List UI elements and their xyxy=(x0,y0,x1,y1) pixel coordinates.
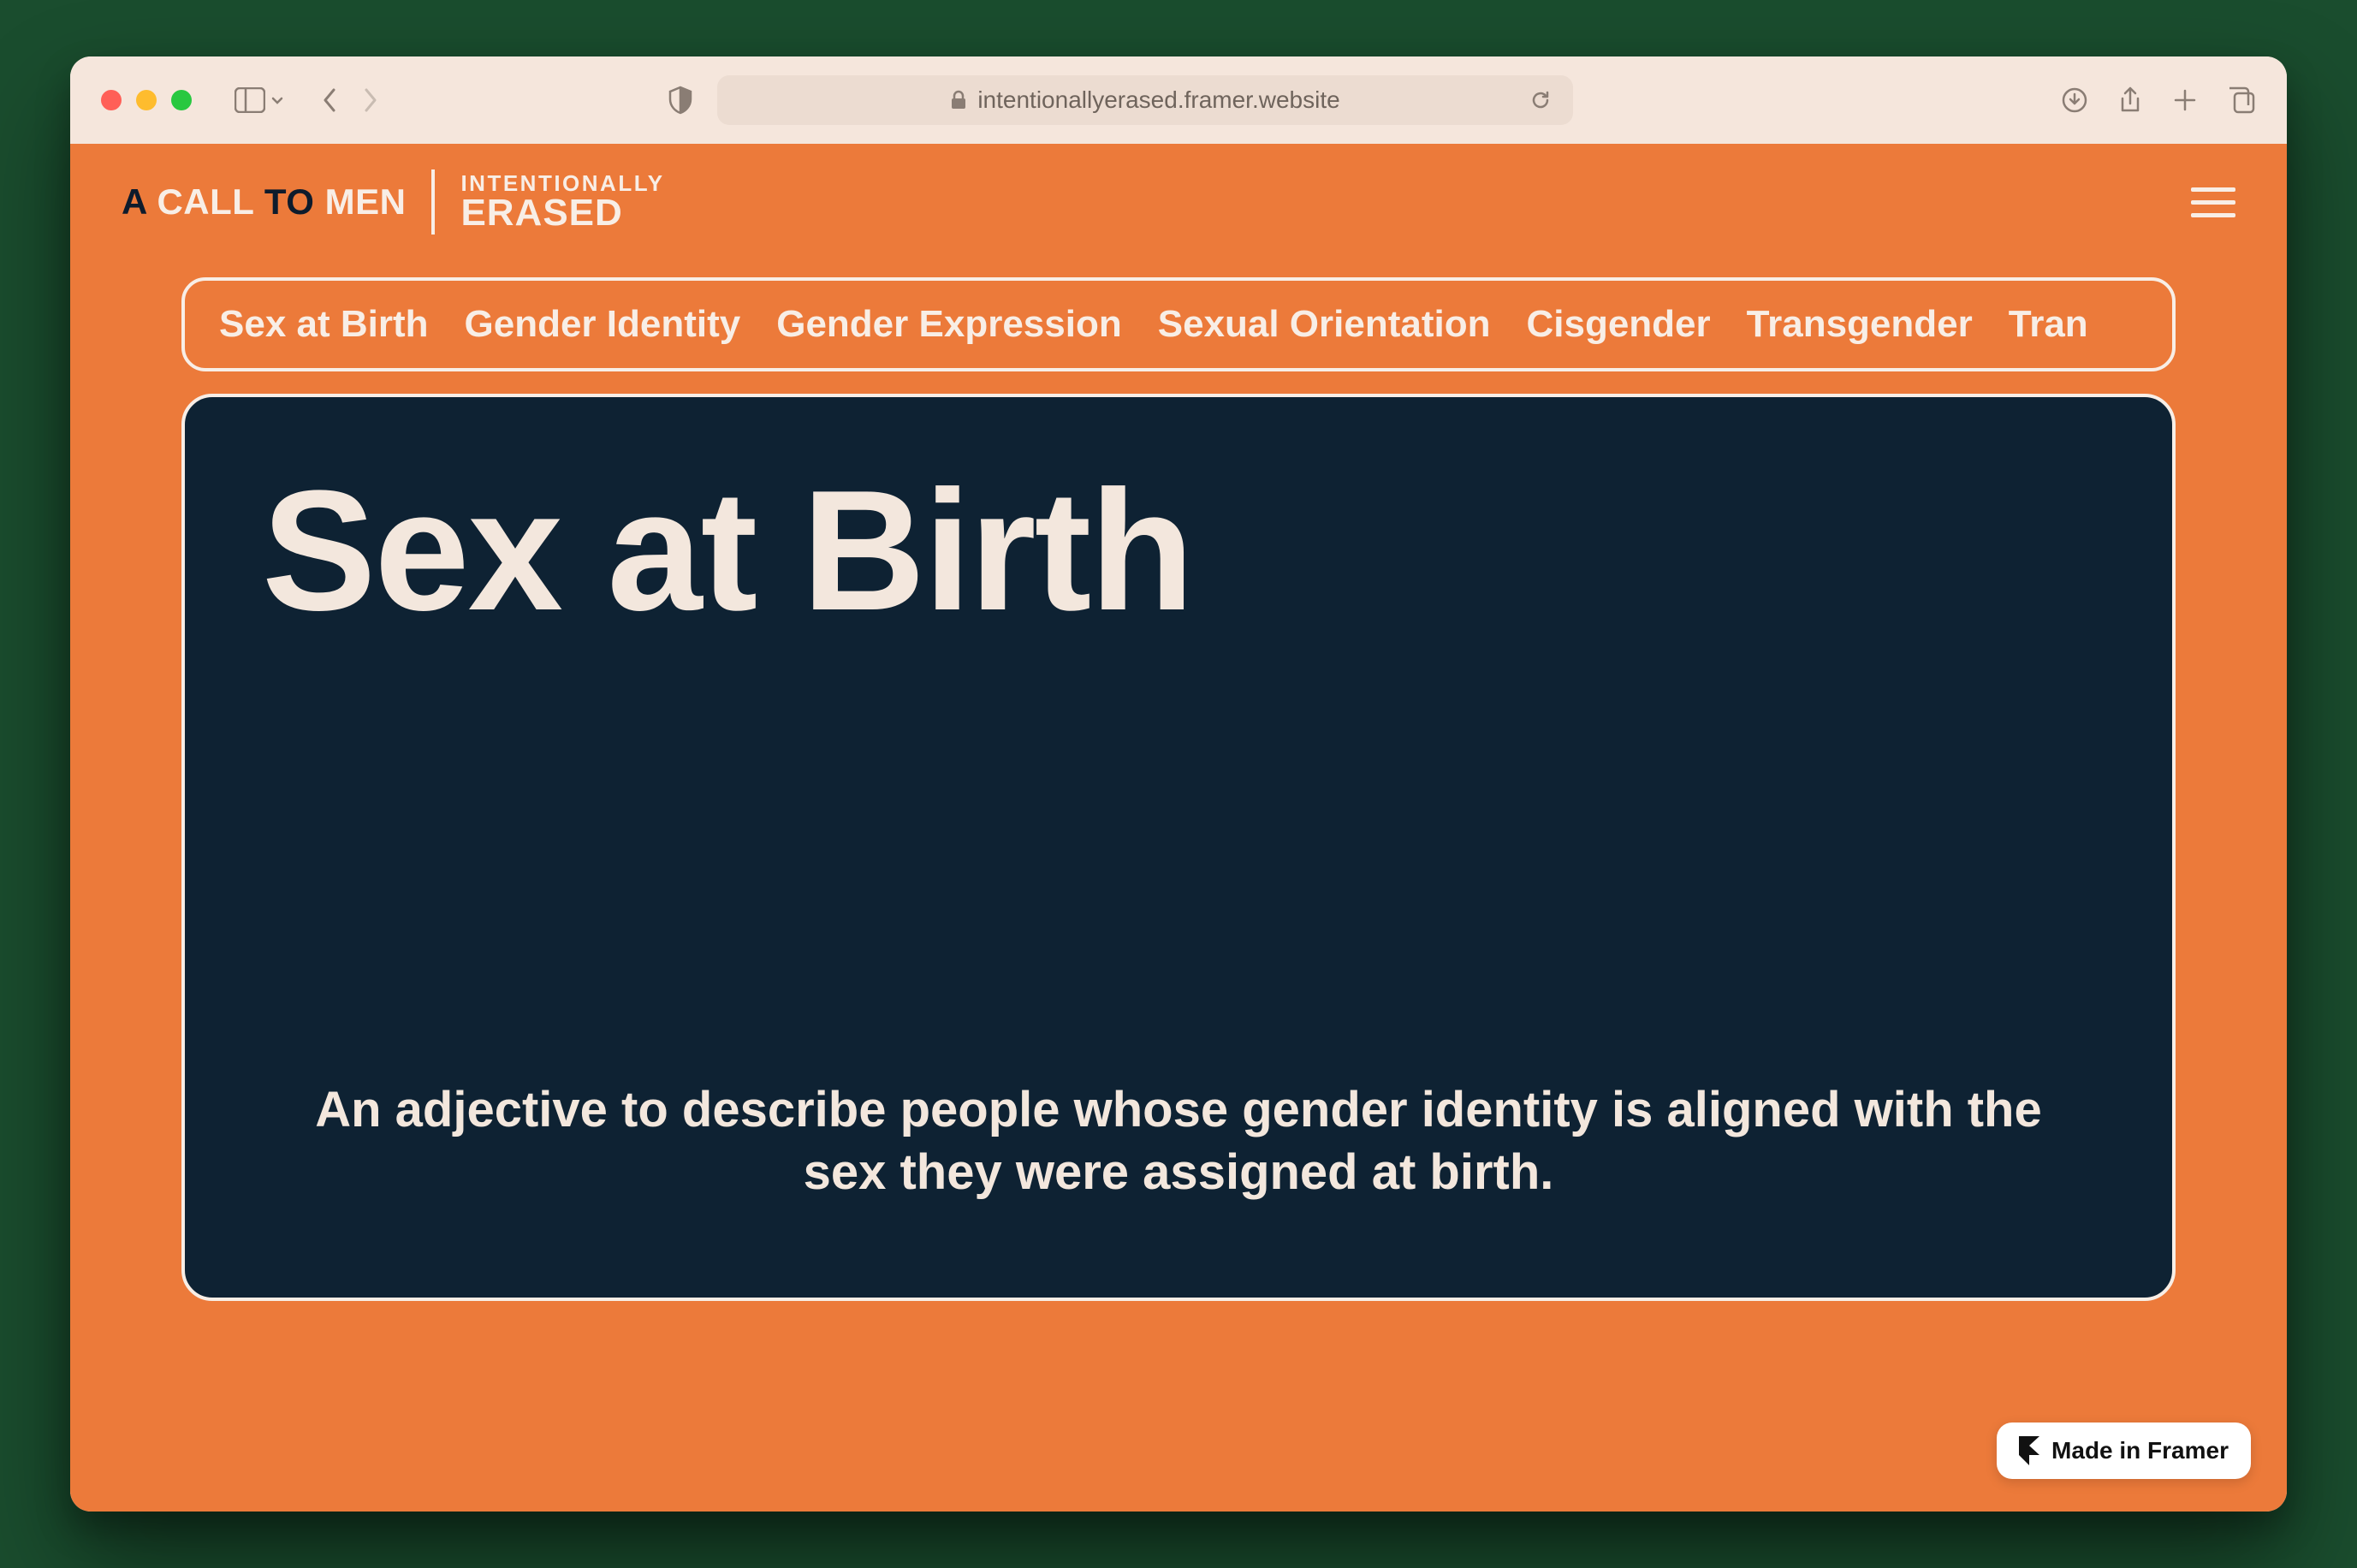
address-bar[interactable]: intentionallyerased.framer.website xyxy=(717,75,1573,125)
hamburger-icon xyxy=(2191,187,2235,192)
browser-window: intentionallyerased.framer.website xyxy=(70,56,2287,1512)
share-button[interactable] xyxy=(2117,85,2143,116)
minimize-window-button[interactable] xyxy=(136,90,157,110)
tab-gender-expression[interactable]: Gender Expression xyxy=(776,303,1121,346)
tab-overflow[interactable]: Tran xyxy=(2009,303,2088,346)
tab-gender-identity[interactable]: Gender Identity xyxy=(465,303,741,346)
close-window-button[interactable] xyxy=(101,90,122,110)
logo-group[interactable]: A CALL TO MEN INTENTIONALLY ERASED xyxy=(122,169,665,235)
definition-card: Sex at Birth An adjective to describe pe… xyxy=(181,394,2176,1301)
new-tab-button[interactable] xyxy=(2172,87,2198,113)
traffic-lights xyxy=(101,90,192,110)
privacy-shield-button[interactable] xyxy=(668,86,693,115)
tab-sex-at-birth[interactable]: Sex at Birth xyxy=(219,303,429,346)
logo-a-call-to-men: A CALL TO MEN xyxy=(122,181,406,223)
chevron-down-icon xyxy=(270,93,284,107)
sidebar-toggle-button[interactable] xyxy=(235,87,284,113)
terms-tab-list: Sex at Birth Gender Identity Gender Expr… xyxy=(219,303,2138,346)
definition-body: An adjective to describe people whose ge… xyxy=(262,1079,2095,1203)
fullscreen-window-button[interactable] xyxy=(171,90,192,110)
menu-button[interactable] xyxy=(2191,187,2235,217)
forward-button[interactable] xyxy=(359,85,380,116)
tab-cisgender[interactable]: Cisgender xyxy=(1526,303,1710,346)
page-content: A CALL TO MEN INTENTIONALLY ERASED Sex a xyxy=(70,144,2287,1512)
terms-tab-bar: Sex at Birth Gender Identity Gender Expr… xyxy=(181,277,2176,371)
site-header: A CALL TO MEN INTENTIONALLY ERASED xyxy=(70,144,2287,252)
nav-arrows xyxy=(320,85,380,116)
framer-badge-label: Made in Framer xyxy=(2051,1437,2229,1464)
reload-button[interactable] xyxy=(1529,88,1553,112)
browser-chrome: intentionallyerased.framer.website xyxy=(70,56,2287,144)
logo-intentionally-erased: INTENTIONALLY ERASED xyxy=(460,172,664,232)
lock-icon xyxy=(950,90,967,110)
definition-title: Sex at Birth xyxy=(262,466,2095,637)
logo-divider xyxy=(431,169,435,235)
chrome-right-controls xyxy=(2061,85,2256,116)
tab-transgender[interactable]: Transgender xyxy=(1747,303,1973,346)
address-url: intentionallyerased.framer.website xyxy=(977,86,1339,114)
tab-sexual-orientation[interactable]: Sexual Orientation xyxy=(1158,303,1491,346)
back-button[interactable] xyxy=(320,85,341,116)
framer-icon xyxy=(2019,1436,2039,1465)
downloads-button[interactable] xyxy=(2061,86,2088,114)
tab-overview-button[interactable] xyxy=(2227,86,2256,115)
made-in-framer-badge[interactable]: Made in Framer xyxy=(1997,1422,2251,1479)
